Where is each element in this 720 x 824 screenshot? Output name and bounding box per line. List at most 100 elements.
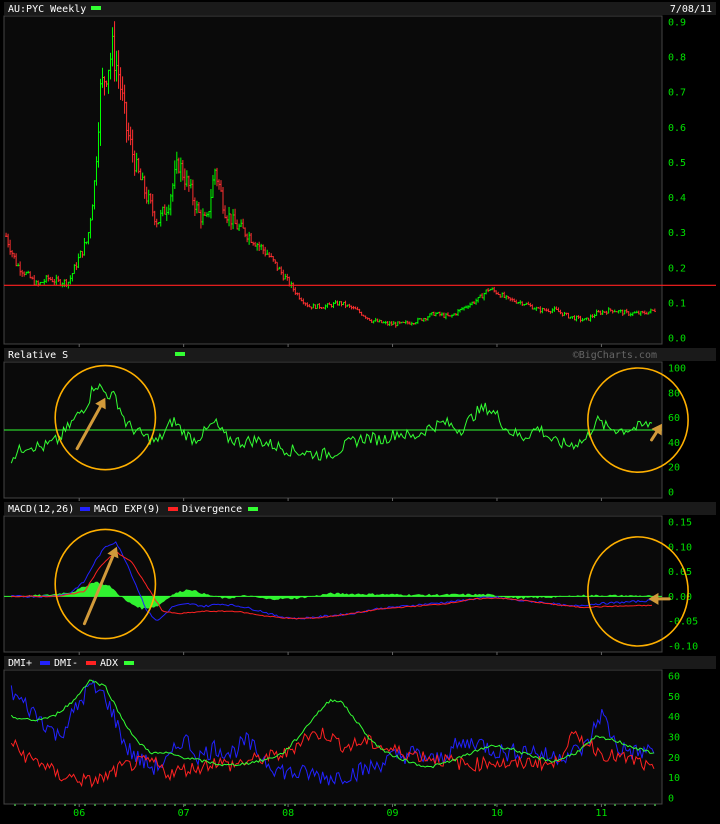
x-tick-label: 11 bbox=[595, 808, 607, 819]
axis-dot bbox=[564, 804, 566, 806]
adx-legend-label: ADX bbox=[100, 658, 118, 669]
axis-dot bbox=[514, 804, 516, 806]
price-legend-swatch bbox=[91, 6, 101, 10]
y-tick-label: 100 bbox=[668, 364, 686, 375]
axis-dot bbox=[54, 804, 56, 806]
y-tick-label: 40 bbox=[668, 712, 680, 723]
y-tick-label: 0.1 bbox=[668, 298, 686, 309]
axis-dot bbox=[384, 804, 386, 806]
axis-dot bbox=[344, 804, 346, 806]
axis-dot bbox=[314, 804, 316, 806]
y-tick-label: 20 bbox=[668, 463, 680, 474]
axis-dot bbox=[14, 804, 16, 806]
y-tick-label: 0.8 bbox=[668, 53, 686, 64]
axis-dot bbox=[424, 804, 426, 806]
y-tick-label: 0.7 bbox=[668, 88, 686, 99]
date-label: 7/08/11 bbox=[670, 4, 712, 15]
y-tick-label: 0.0 bbox=[668, 334, 686, 345]
axis-dot bbox=[444, 804, 446, 806]
rsi-legend-swatch bbox=[175, 352, 185, 356]
axis-dot bbox=[354, 804, 356, 806]
stock-chart: AU:PYC Weekly 7/08/11 Relative S ©BigCha… bbox=[0, 0, 720, 820]
axis-dot bbox=[104, 804, 106, 806]
axis-dot bbox=[554, 804, 556, 806]
axis-dot bbox=[144, 804, 146, 806]
y-tick-label: 0.6 bbox=[668, 123, 686, 134]
y-tick-label: 0.5 bbox=[668, 158, 686, 169]
watermark: ©BigCharts.com bbox=[573, 350, 657, 361]
y-tick-label: 0 bbox=[668, 488, 674, 499]
axis-dot bbox=[504, 804, 506, 806]
axis-dot bbox=[594, 804, 596, 806]
axis-dot bbox=[184, 804, 186, 806]
axis-dot bbox=[464, 804, 466, 806]
axis-dot bbox=[204, 804, 206, 806]
axis-dot bbox=[164, 804, 166, 806]
axis-dot bbox=[644, 804, 646, 806]
price-panel bbox=[3, 15, 663, 345]
x-tick-label: 07 bbox=[178, 808, 190, 819]
axis-dot bbox=[274, 804, 276, 806]
axis-dot bbox=[294, 804, 296, 806]
axis-dot bbox=[654, 804, 656, 806]
rsi-legend-label: Relative S bbox=[8, 350, 68, 361]
x-tick-label: 06 bbox=[73, 808, 85, 819]
axis-dot bbox=[44, 804, 46, 806]
y-tick-label: 10 bbox=[668, 773, 680, 784]
macd-legend-swatch bbox=[80, 507, 90, 511]
axis-dot bbox=[194, 804, 196, 806]
axis-dot bbox=[24, 804, 26, 806]
axis-dot bbox=[364, 804, 366, 806]
axis-dot bbox=[604, 804, 606, 806]
y-tick-label: 0.9 bbox=[668, 18, 686, 29]
axis-dot bbox=[374, 804, 376, 806]
y-tick-label: 0.3 bbox=[668, 228, 686, 239]
y-tick-label: 30 bbox=[668, 733, 680, 744]
axis-dot bbox=[624, 804, 626, 806]
axis-dot bbox=[154, 804, 156, 806]
axis-dot bbox=[134, 804, 136, 806]
axis-dot bbox=[214, 804, 216, 806]
y-tick-label: 0.05 bbox=[668, 567, 692, 578]
axis-dot bbox=[484, 804, 486, 806]
axis-dot bbox=[634, 804, 636, 806]
macd-exp-legend-label: MACD EXP(9) bbox=[94, 504, 160, 515]
axis-dot bbox=[414, 804, 416, 806]
axis-dot bbox=[474, 804, 476, 806]
x-tick-label: 08 bbox=[282, 808, 294, 819]
axis-dot bbox=[324, 804, 326, 806]
header-bar bbox=[4, 2, 716, 15]
y-tick-label: 40 bbox=[668, 438, 680, 449]
dmi-plus-legend-label: DMI+ bbox=[8, 658, 32, 669]
divergence-legend-label: Divergence bbox=[182, 504, 242, 515]
y-tick-label: -0.05 bbox=[668, 617, 698, 628]
axis-dot bbox=[544, 804, 546, 806]
axis-dot bbox=[34, 804, 36, 806]
axis-dot bbox=[114, 804, 116, 806]
axis-dot bbox=[234, 804, 236, 806]
dmi-plus-legend-swatch bbox=[40, 661, 50, 665]
divergence-legend-swatch bbox=[248, 507, 258, 511]
axis-dot bbox=[494, 804, 496, 806]
y-tick-label: 50 bbox=[668, 692, 680, 703]
y-tick-label: 0.4 bbox=[668, 193, 686, 204]
axis-dot bbox=[394, 804, 396, 806]
axis-dot bbox=[454, 804, 456, 806]
axis-dot bbox=[64, 804, 66, 806]
axis-dot bbox=[84, 804, 86, 806]
x-tick-label: 09 bbox=[387, 808, 399, 819]
axis-dot bbox=[244, 804, 246, 806]
axis-dot bbox=[574, 804, 576, 806]
axis-dot bbox=[524, 804, 526, 806]
axis-dot bbox=[334, 804, 336, 806]
y-tick-label: -0.10 bbox=[668, 642, 698, 653]
adx-legend-swatch bbox=[124, 661, 134, 665]
axis-dot bbox=[94, 804, 96, 806]
axis-dot bbox=[614, 804, 616, 806]
axis-dot bbox=[404, 804, 406, 806]
y-tick-label: 60 bbox=[668, 413, 680, 424]
axis-dot bbox=[174, 804, 176, 806]
x-tick-label: 10 bbox=[491, 808, 503, 819]
axis-dot bbox=[124, 804, 126, 806]
signal-legend-swatch bbox=[168, 507, 178, 511]
